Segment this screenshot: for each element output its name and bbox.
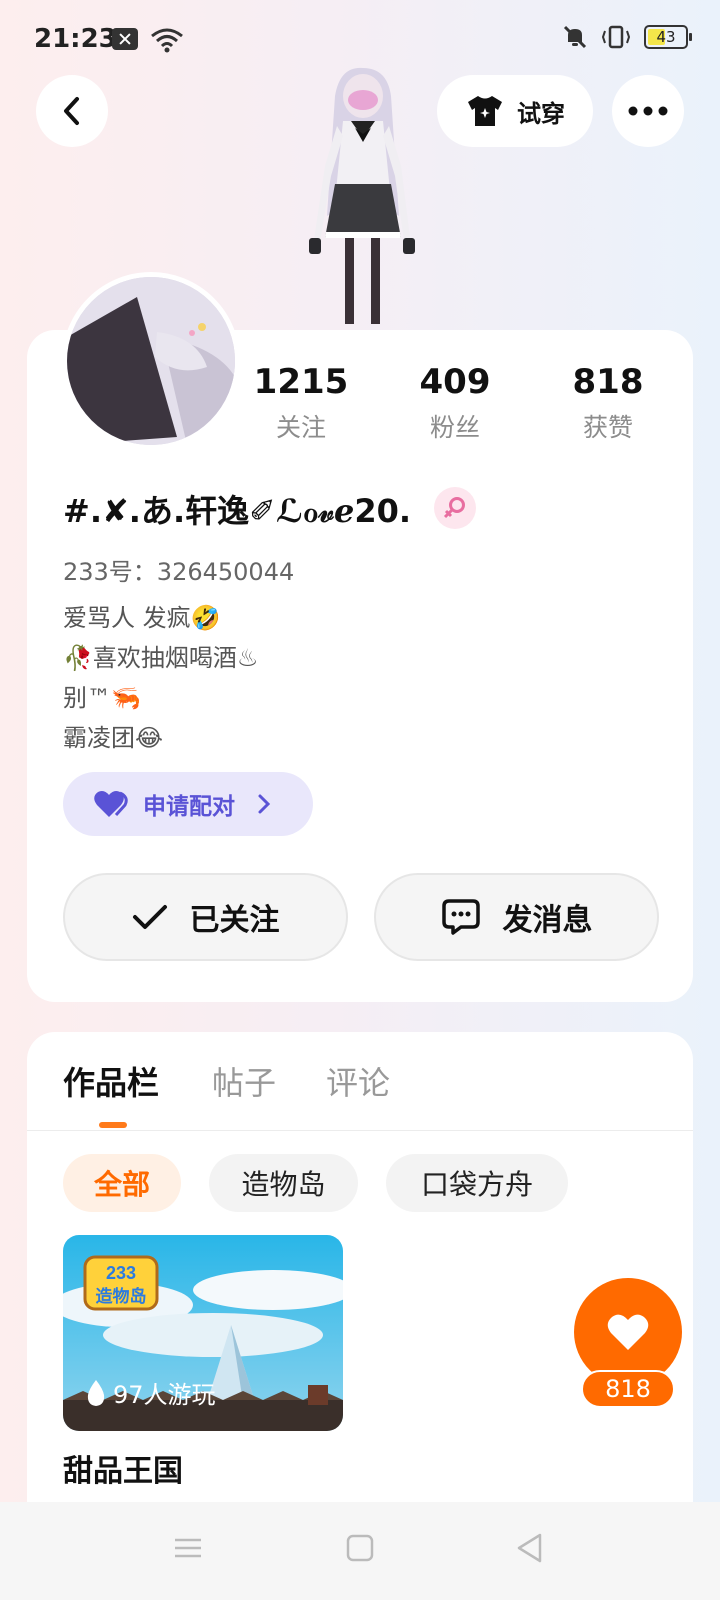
- svg-text:造物岛: 造物岛: [96, 1286, 147, 1307]
- bio: 爱骂人 发疯🤣 🥀喜欢抽烟喝酒♨ 别™🦐 霸凌团😂: [63, 598, 258, 758]
- play-count: 97人游玩: [85, 1375, 216, 1410]
- request-pair-label: 申请配对: [143, 794, 235, 820]
- wifi-icon: [151, 28, 183, 53]
- bio-line: 别™🦐: [63, 684, 141, 712]
- check-icon: [132, 905, 167, 929]
- tab-indicator: [99, 1122, 127, 1128]
- tab-posts[interactable]: 帖子: [212, 1058, 276, 1104]
- avatar[interactable]: [62, 272, 240, 450]
- back-button[interactable]: [36, 75, 108, 147]
- following-count: 1215: [253, 362, 349, 402]
- like-count-badge: 818: [581, 1370, 675, 1408]
- filter-all[interactable]: 全部: [63, 1154, 181, 1212]
- chevron-right-icon: [258, 794, 271, 814]
- followed-button[interactable]: 已关注: [63, 873, 348, 961]
- try-on-button[interactable]: 试穿: [437, 75, 593, 147]
- try-on-label: 试穿: [517, 99, 565, 128]
- tab-works[interactable]: 作品栏: [63, 1058, 159, 1104]
- filter-pocket-ark[interactable]: 口袋方舟: [386, 1154, 568, 1212]
- more-dots-icon: [628, 106, 668, 116]
- chat-bubble-icon: [441, 899, 480, 935]
- game-card[interactable]: 233 造物岛 97人游玩: [63, 1235, 343, 1431]
- female-gender-icon: [434, 487, 476, 529]
- fans-count: 409: [419, 362, 491, 402]
- bio-line: 🥀喜欢抽烟喝酒♨: [63, 644, 259, 672]
- back-arrow-icon: [64, 97, 79, 125]
- send-message-label: 发消息: [502, 903, 593, 938]
- stat-fans[interactable]: 409 粉丝: [385, 362, 525, 444]
- stat-likes[interactable]: 818 获赞: [538, 362, 678, 444]
- more-button[interactable]: [612, 75, 684, 147]
- notification-icon: [112, 28, 138, 50]
- mute-icon: [563, 25, 587, 49]
- bio-line: 爱骂人 发疯🤣: [63, 604, 221, 632]
- avatar-character[interactable]: [295, 66, 430, 328]
- game-title: 甜品王国: [63, 1454, 183, 1489]
- battery-indicator: 43: [644, 25, 692, 49]
- bio-line: 霸凌团😂: [63, 724, 164, 752]
- send-message-button[interactable]: 发消息: [374, 873, 659, 961]
- filter-creation-island[interactable]: 造物岛: [209, 1154, 358, 1212]
- likes-count: 818: [572, 362, 644, 402]
- creation-island-logo: 233 造物岛: [83, 1255, 159, 1311]
- tab-divider: [27, 1130, 693, 1131]
- tab-comments[interactable]: 评论: [326, 1058, 390, 1104]
- followed-label: 已关注: [189, 903, 280, 938]
- request-pair-button[interactable]: 申请配对: [63, 772, 313, 836]
- nickname: #.✘.あ.轩逸✐ℒℴ𝓋ℯ20.: [63, 492, 412, 530]
- home-icon[interactable]: [344, 1532, 376, 1564]
- heart-icon: [607, 1314, 649, 1350]
- system-nav-bar: [0, 1502, 720, 1600]
- following-label: 关注: [275, 413, 326, 442]
- heart-pair-icon: [94, 791, 128, 817]
- user-id: 233号：326450044: [63, 558, 295, 586]
- flame-icon: [87, 1379, 105, 1406]
- vibrate-icon: [601, 25, 631, 49]
- play-count-text: 97人游玩: [113, 1381, 216, 1409]
- likes-label: 获赞: [582, 413, 633, 442]
- status-time: 21:23: [34, 24, 117, 54]
- menu-icon[interactable]: [172, 1532, 204, 1564]
- fans-label: 粉丝: [429, 413, 480, 442]
- stat-following[interactable]: 1215 关注: [231, 362, 371, 444]
- shirt-icon: [468, 96, 502, 126]
- nav-back-icon[interactable]: [514, 1532, 546, 1564]
- svg-text:233: 233: [106, 1263, 136, 1283]
